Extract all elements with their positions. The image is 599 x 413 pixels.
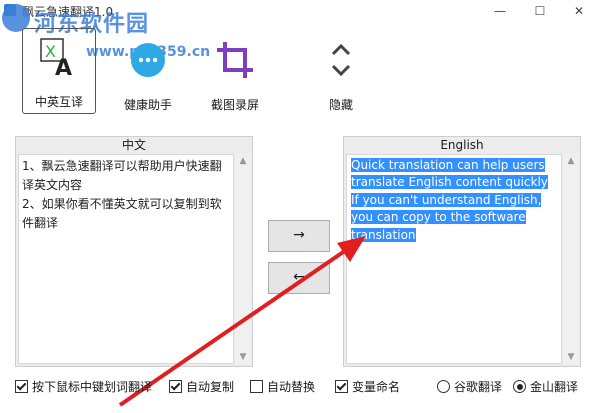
english-panel: English Quick translation can help users… bbox=[343, 136, 581, 367]
toolbar-health-label: 健康助手 bbox=[123, 98, 172, 112]
jinshan-translate-radio[interactable]: 金山翻译 bbox=[513, 378, 578, 396]
minimize-button[interactable]: — bbox=[480, 0, 520, 22]
mouse-translate-checkbox[interactable]: 按下鼠标中键划词翻译 bbox=[15, 378, 152, 396]
checkbox-icon bbox=[169, 380, 182, 393]
translate-to-chinese-button[interactable]: ← bbox=[268, 262, 330, 294]
scroll-up-icon[interactable]: ▲ bbox=[235, 154, 251, 168]
checkbox-icon bbox=[335, 380, 348, 393]
scroll-down-icon[interactable]: ▼ bbox=[563, 350, 579, 364]
toolbar-screenshot-label: 截图录屏 bbox=[210, 98, 259, 112]
toolbar-hide-button[interactable]: 隐藏 bbox=[305, 32, 377, 118]
toolbar-hide-label: 隐藏 bbox=[328, 98, 353, 112]
radio-icon bbox=[437, 380, 450, 393]
english-text-selection: Quick translation can help users transla… bbox=[351, 157, 559, 244]
chat-bubble-icon bbox=[131, 43, 165, 77]
chinese-textarea[interactable]: 1、飘云急速翻译可以帮助用户快速翻译英文内容 2、如果你看不懂英文就可以复制到软… bbox=[18, 154, 234, 364]
translate-icon: X A bbox=[40, 38, 72, 77]
toolbar-translate-button[interactable]: X A 中英互译 bbox=[22, 28, 96, 114]
checkbox-icon bbox=[250, 380, 263, 393]
english-panel-header: English bbox=[440, 138, 484, 152]
chinese-scrollbar[interactable]: ▲ ▼ bbox=[235, 154, 251, 364]
auto-replace-checkbox[interactable]: 自动替换 bbox=[250, 378, 315, 396]
svg-text:A: A bbox=[55, 56, 72, 77]
google-translate-radio[interactable]: 谷歌翻译 bbox=[437, 378, 502, 396]
chinese-text: 1、飘云急速翻译可以帮助用户快速翻译英文内容 2、如果你看不懂英文就可以复制到软… bbox=[22, 159, 222, 230]
chevron-up-down-icon bbox=[331, 43, 351, 77]
chinese-panel-header: 中文 bbox=[121, 138, 146, 152]
options-bar: 按下鼠标中键划词翻译 自动复制 自动替换 变量命名 谷歌翻译 金山翻译 bbox=[0, 378, 599, 398]
auto-copy-checkbox[interactable]: 自动复制 bbox=[169, 378, 234, 396]
maximize-button[interactable]: ☐ bbox=[520, 0, 560, 22]
english-text: Quick translation can help users transla… bbox=[351, 158, 548, 242]
variable-naming-checkbox[interactable]: 变量命名 bbox=[335, 378, 400, 396]
checkbox-icon bbox=[15, 380, 28, 393]
scroll-down-icon[interactable]: ▼ bbox=[235, 350, 251, 364]
toolbar-screenshot-button[interactable]: 截图录屏 bbox=[199, 32, 271, 118]
crop-icon bbox=[217, 42, 253, 78]
english-textarea[interactable]: Quick translation can help users transla… bbox=[346, 154, 562, 364]
toolbar-health-button[interactable]: 健康助手 bbox=[112, 32, 184, 118]
scroll-up-icon[interactable]: ▲ bbox=[563, 154, 579, 168]
radio-icon bbox=[513, 380, 526, 393]
translate-to-english-button[interactable]: → bbox=[268, 220, 330, 252]
chinese-panel: 中文 1、飘云急速翻译可以帮助用户快速翻译英文内容 2、如果你看不懂英文就可以复… bbox=[15, 136, 253, 367]
toolbar-translate-label: 中英互译 bbox=[34, 95, 83, 109]
toolbar: X A 中英互译 健康助手 截图录屏 隐藏 bbox=[0, 22, 599, 120]
english-scrollbar[interactable]: ▲ ▼ bbox=[563, 154, 579, 364]
close-button[interactable]: ✕ bbox=[559, 0, 599, 22]
